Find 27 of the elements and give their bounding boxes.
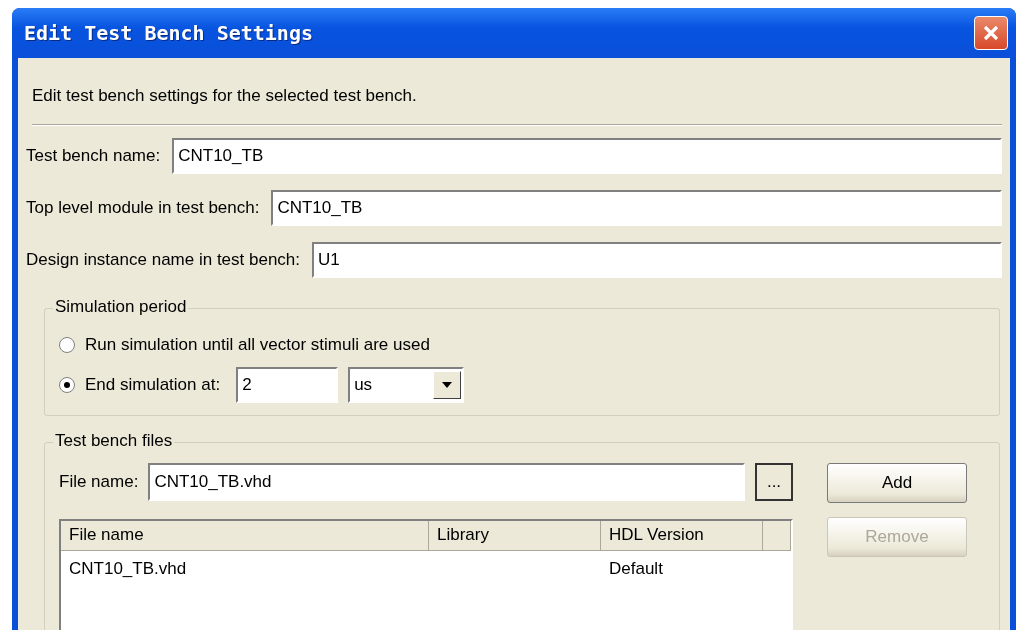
radio-label: Run simulation until all vector stimuli are used	[85, 335, 430, 355]
description-text: Edit test bench settings for the selected test bench.	[31, 85, 418, 107]
radio-label: End simulation at:	[85, 375, 221, 395]
field-label: Top level module in test bench:	[26, 198, 260, 218]
column-header[interactable]: Library	[429, 521, 601, 551]
table-cell-text: CNT10_TB.vhd	[68, 558, 188, 580]
column-header[interactable]: File name	[61, 521, 429, 551]
header-filler	[763, 521, 791, 551]
unit-dropdown[interactable]: us	[348, 367, 465, 403]
text-field[interactable]: CNT10_TB	[172, 138, 1002, 174]
window-title: Edit Test Bench Settings	[24, 21, 313, 45]
radio-button[interactable]	[59, 377, 75, 393]
text-field[interactable]: CNT10_TB	[271, 190, 1002, 226]
field-label: Design instance name in test bench:	[26, 250, 301, 270]
end-time-field[interactable]: 2	[236, 367, 339, 403]
browse-button[interactable]: ...	[755, 463, 793, 501]
field-label: Test bench name:	[26, 146, 161, 166]
field-label: File name:	[59, 472, 139, 492]
table-cell-text: Default	[608, 558, 664, 580]
close-button[interactable]	[974, 16, 1008, 50]
text-field[interactable]: U1	[312, 242, 1002, 278]
file-name-field[interactable]: CNT10_TB.vhd	[148, 463, 745, 501]
action-button[interactable]: Add	[827, 463, 967, 503]
group-title: Simulation period	[53, 297, 189, 317]
column-header[interactable]: HDL Version	[601, 521, 763, 551]
close-icon	[981, 23, 1001, 43]
radio-button[interactable]	[59, 337, 75, 353]
